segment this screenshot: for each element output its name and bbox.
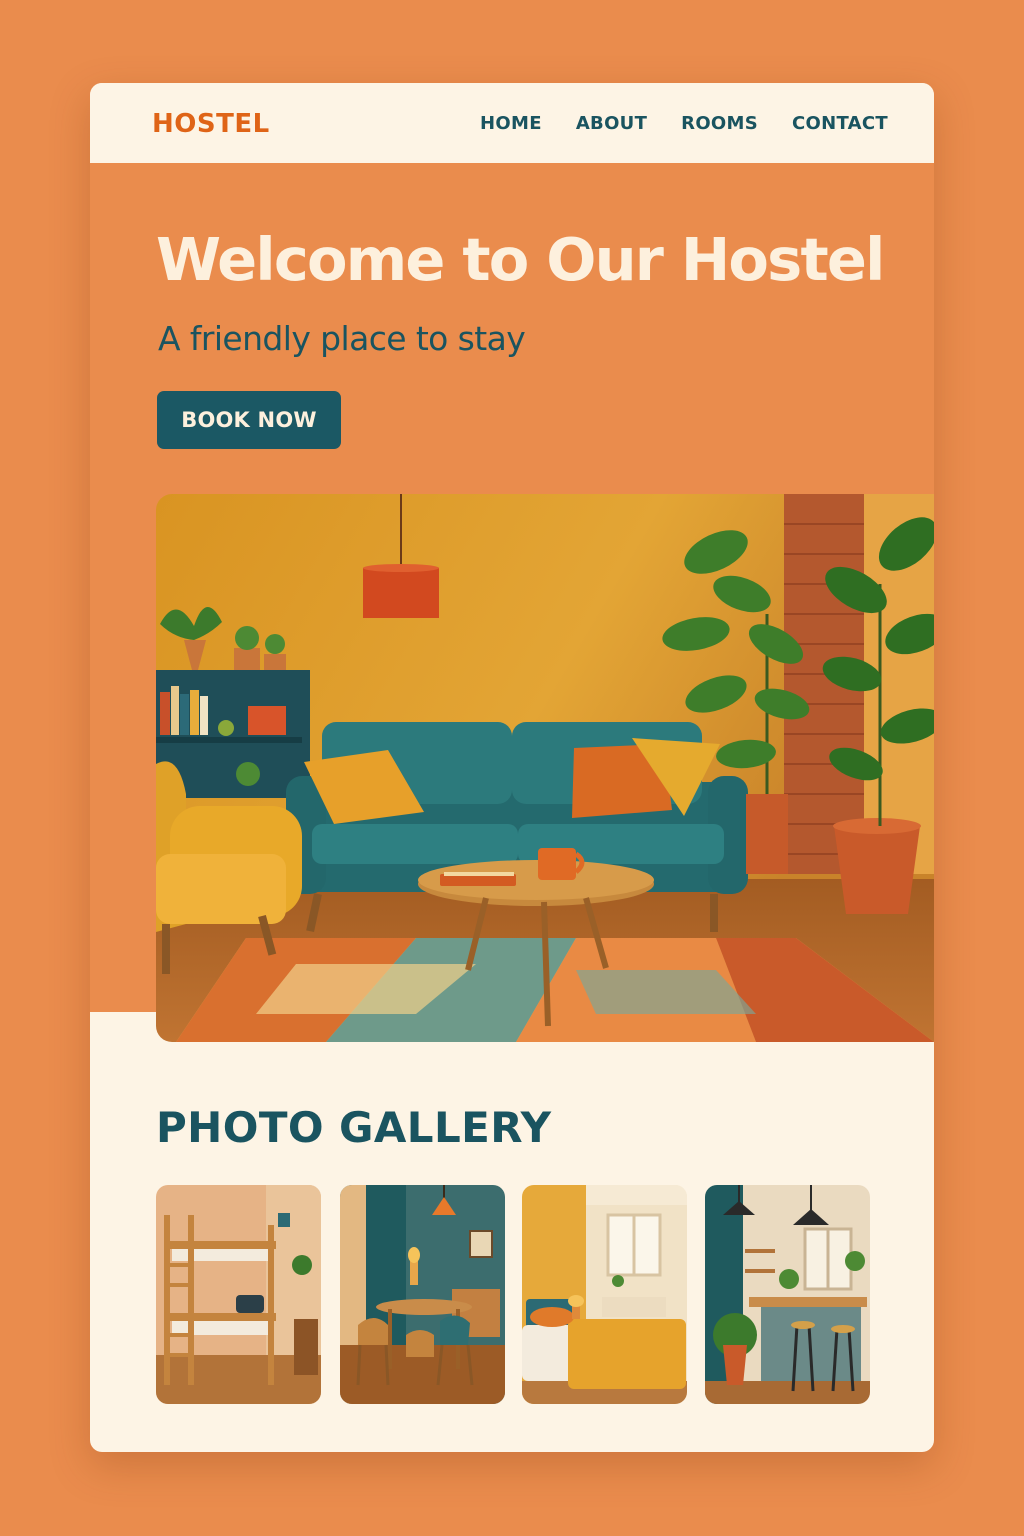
nav-contact[interactable]: CONTACT: [792, 113, 888, 134]
hero-subtitle: A friendly place to stay: [158, 319, 526, 358]
site-logo[interactable]: HOSTEL: [152, 109, 270, 139]
nav-home[interactable]: HOME: [480, 113, 542, 134]
hero-title: Welcome to Our Hostel: [156, 225, 885, 294]
dining-room-photo[interactable]: [340, 1185, 505, 1404]
bedroom-photo[interactable]: [522, 1185, 687, 1404]
nav-about[interactable]: ABOUT: [576, 113, 647, 134]
book-now-button[interactable]: BOOK NOW: [157, 391, 341, 449]
top-navbar: HOSTEL HOME ABOUT ROOMS CONTACT: [90, 83, 934, 163]
nav-rooms[interactable]: ROOMS: [681, 113, 758, 134]
bunk-bed-room-photo[interactable]: [156, 1185, 321, 1404]
kitchen-photo[interactable]: [705, 1185, 870, 1404]
page-card: HOSTEL HOME ABOUT ROOMS CONTACT Welcome …: [90, 83, 934, 1452]
main-nav: HOME ABOUT ROOMS CONTACT: [446, 113, 888, 134]
living-room-photo: [156, 494, 934, 1042]
gallery-title: PHOTO GALLERY: [156, 1103, 552, 1152]
